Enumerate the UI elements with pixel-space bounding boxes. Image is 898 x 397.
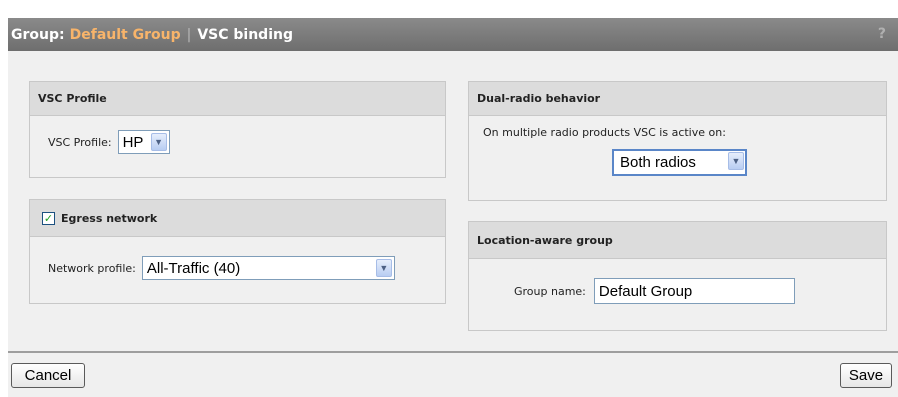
cancel-button[interactable]: Cancel <box>11 363 85 388</box>
chevron-down-icon[interactable]: ▼ <box>150 133 167 151</box>
vsc-profile-heading: VSC Profile <box>30 82 445 116</box>
group-name-value: Default Group <box>598 282 693 300</box>
vsc-profile-section: VSC Profile VSC Profile: HP ▼ <box>29 81 446 178</box>
chevron-down-icon[interactable]: ▼ <box>375 259 392 277</box>
header-prefix: Group: <box>11 26 65 43</box>
group-name-label: Group name: <box>514 284 586 298</box>
vsc-profile-label: VSC Profile: <box>48 135 112 149</box>
help-icon[interactable]: ? <box>878 26 886 42</box>
egress-network-heading: Egress network <box>61 211 158 225</box>
header-group-name[interactable]: Default Group <box>70 27 181 43</box>
network-profile-label: Network profile: <box>48 261 136 275</box>
dual-radio-section: Dual-radio behavior On multiple radio pr… <box>468 81 887 201</box>
egress-network-checkbox[interactable]: ✓ <box>42 211 55 225</box>
vsc-binding-panel: Group: Default Group | VSC binding ? VSC… <box>8 18 898 397</box>
chevron-down-icon[interactable]: ▼ <box>728 152 744 170</box>
dual-radio-value: Both radios <box>620 154 696 171</box>
page-title: VSC binding <box>197 26 293 43</box>
vsc-profile-value: HP <box>122 133 144 151</box>
network-profile-select[interactable]: All-Traffic (40) ▼ <box>141 256 395 280</box>
checkmark-icon: ✓ <box>43 211 54 225</box>
location-aware-heading: Location-aware group <box>469 222 886 259</box>
vsc-profile-select[interactable]: HP ▼ <box>117 130 170 154</box>
save-button[interactable]: Save <box>840 363 892 388</box>
network-profile-value: All-Traffic (40) <box>146 259 241 277</box>
header-separator: | <box>186 26 192 43</box>
egress-network-section: ✓ Egress network Network profile: All-Tr… <box>29 199 446 304</box>
footer-divider <box>8 351 898 353</box>
dual-radio-description: On multiple radio products VSC is active… <box>483 126 726 139</box>
dual-radio-heading: Dual-radio behavior <box>469 82 886 116</box>
group-name-input[interactable]: Default Group <box>593 278 795 304</box>
location-aware-section: Location-aware group Group name: Default… <box>468 221 887 331</box>
egress-network-header: ✓ Egress network <box>30 200 445 237</box>
panel-header: Group: Default Group | VSC binding ? <box>8 18 898 51</box>
dual-radio-select[interactable]: Both radios ▼ <box>612 149 747 176</box>
